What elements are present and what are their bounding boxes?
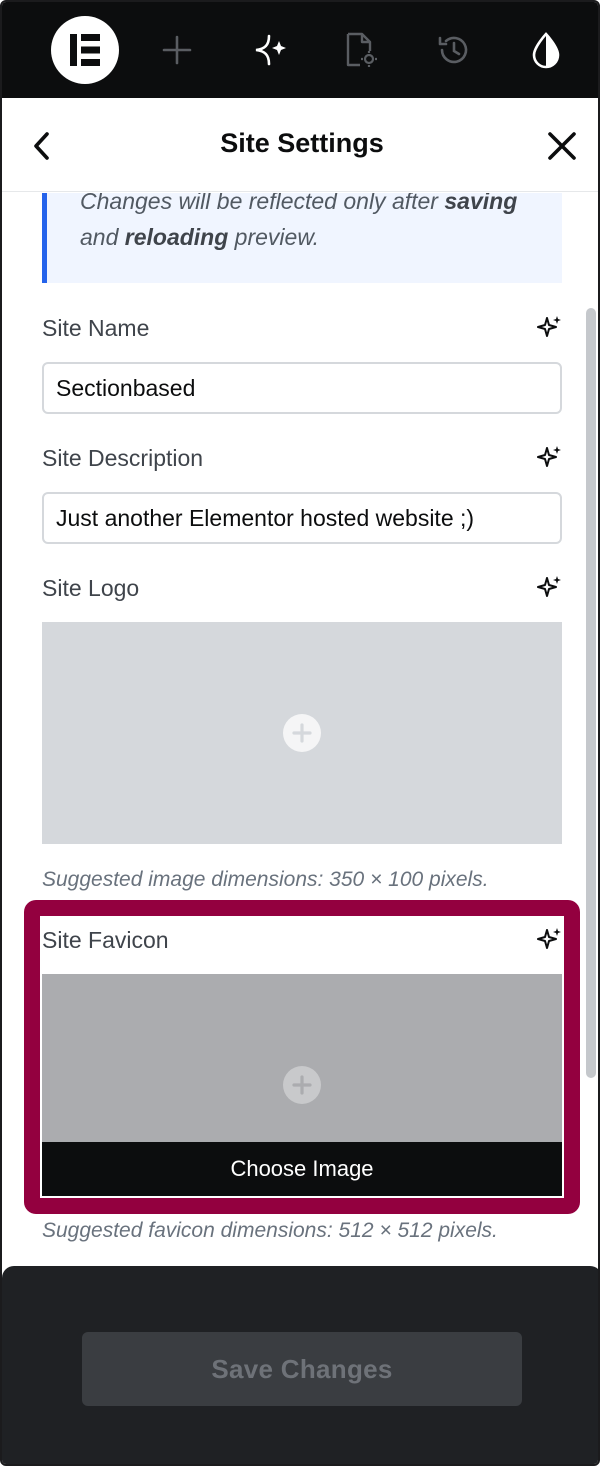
panel-header: Site Settings [2, 98, 598, 192]
site-description-input[interactable]: Just another Elementor hosted website ;) [42, 492, 562, 544]
close-button[interactable] [542, 126, 582, 166]
notice-text: Changes will be reflected only after sav… [80, 193, 518, 250]
site-logo-media-control[interactable] [42, 622, 562, 844]
page-title: Site Settings [220, 128, 384, 158]
site-logo-hint: Suggested image dimensions: 350 × 100 pi… [42, 868, 489, 891]
ai-sparkle-icon[interactable] [537, 927, 563, 953]
site-favicon-label: Site Favicon [42, 927, 169, 953]
page-settings-icon [346, 32, 377, 67]
ai-sparkle-icon[interactable] [537, 575, 563, 601]
elementor-logo-button[interactable] [51, 16, 119, 84]
save-changes-button[interactable]: Save Changes [82, 1332, 522, 1406]
panel-footer: Save Changes [2, 1266, 598, 1464]
site-settings-panel: Site Settings Changes will be reflected … [0, 0, 600, 1466]
page-settings-button[interactable] [326, 16, 394, 84]
site-logo-label: Site Logo [42, 575, 140, 601]
site-name-label: Site Name [42, 315, 150, 341]
choose-image-button[interactable]: Choose Image [42, 1142, 562, 1196]
editor-toolbar [2, 2, 598, 98]
elementor-logo-icon [51, 16, 119, 84]
ai-sparkle-icon [255, 34, 286, 66]
add-element-button[interactable] [143, 16, 211, 84]
scrollbar[interactable] [586, 308, 596, 1078]
add-element-icon [162, 35, 192, 65]
reload-notice: Changes will be reflected only after sav… [42, 193, 562, 283]
site-settings-button[interactable] [512, 16, 580, 84]
site-favicon-hint: Suggested favicon dimensions: 512 × 512 … [42, 1219, 498, 1242]
history-icon [438, 36, 468, 64]
ai-button[interactable] [235, 16, 303, 84]
close-icon [548, 132, 576, 160]
site-description-label: Site Description [42, 445, 204, 471]
plus-icon [283, 1066, 321, 1104]
ai-sparkle-icon[interactable] [537, 445, 563, 471]
site-name-input[interactable]: Sectionbased [42, 362, 562, 414]
site-settings-droplet-icon [532, 32, 560, 69]
ai-sparkle-icon[interactable] [537, 315, 563, 341]
history-button[interactable] [420, 16, 488, 84]
plus-icon [283, 714, 321, 752]
site-favicon-media-control[interactable]: Choose Image [42, 974, 562, 1196]
